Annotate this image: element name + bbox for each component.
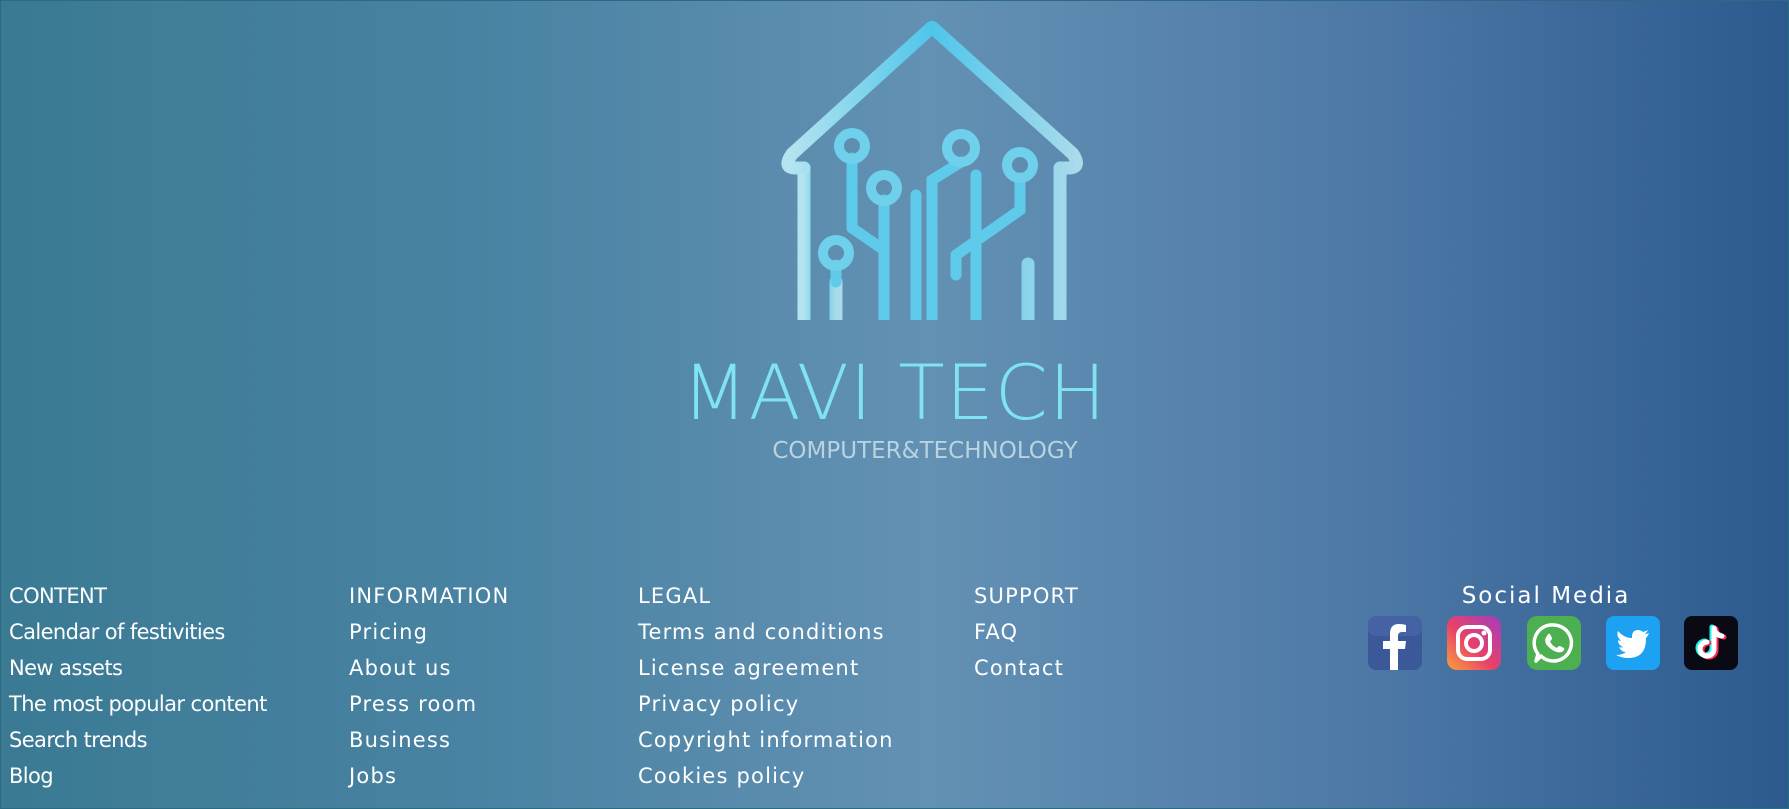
footer-column-information: INFORMATION Pricing About us Press room … bbox=[349, 578, 509, 794]
brand-tagline: COMPUTER&TECHNOLOGY bbox=[772, 438, 1078, 464]
link-press-room[interactable]: Press room bbox=[349, 686, 509, 722]
footer-column-support: SUPPORT FAQ Contact bbox=[974, 578, 1079, 686]
facebook-icon[interactable] bbox=[1368, 616, 1422, 670]
link-calendar-of-festivities[interactable]: Calendar of festivities bbox=[9, 614, 267, 650]
social-media-title: Social Media bbox=[1461, 583, 1631, 609]
column-heading-legal: LEGAL bbox=[638, 584, 712, 608]
twitter-icon[interactable] bbox=[1606, 616, 1660, 670]
tiktok-icon[interactable] bbox=[1684, 616, 1738, 670]
column-heading-content: CONTENT bbox=[9, 584, 107, 608]
link-search-trends[interactable]: Search trends bbox=[9, 722, 267, 758]
link-about-us[interactable]: About us bbox=[349, 650, 509, 686]
house-circuit-logo-icon bbox=[781, 21, 1083, 320]
column-heading-support: SUPPORT bbox=[974, 584, 1079, 608]
link-contact[interactable]: Contact bbox=[974, 650, 1079, 686]
instagram-icon[interactable] bbox=[1447, 616, 1501, 670]
footer-column-legal: LEGAL Terms and conditions License agree… bbox=[638, 578, 894, 794]
link-jobs[interactable]: Jobs bbox=[349, 758, 509, 794]
link-new-assets[interactable]: New assets bbox=[9, 650, 267, 686]
link-privacy-policy[interactable]: Privacy policy bbox=[638, 686, 894, 722]
link-license-agreement[interactable]: License agreement bbox=[638, 650, 894, 686]
link-pricing[interactable]: Pricing bbox=[349, 614, 509, 650]
whatsapp-icon[interactable] bbox=[1527, 616, 1581, 670]
brand-name: MAVI TECH bbox=[682, 348, 1107, 437]
link-faq[interactable]: FAQ bbox=[974, 614, 1079, 650]
link-most-popular-content[interactable]: The most popular content bbox=[9, 686, 267, 722]
link-business[interactable]: Business bbox=[349, 722, 509, 758]
link-blog[interactable]: Blog bbox=[9, 758, 267, 794]
footer-column-content: CONTENT Calendar of festivities New asse… bbox=[9, 578, 267, 794]
column-heading-information: INFORMATION bbox=[349, 584, 510, 608]
link-cookies-policy[interactable]: Cookies policy bbox=[638, 758, 894, 794]
link-terms-and-conditions[interactable]: Terms and conditions bbox=[638, 614, 894, 650]
link-copyright-information[interactable]: Copyright information bbox=[638, 722, 894, 758]
